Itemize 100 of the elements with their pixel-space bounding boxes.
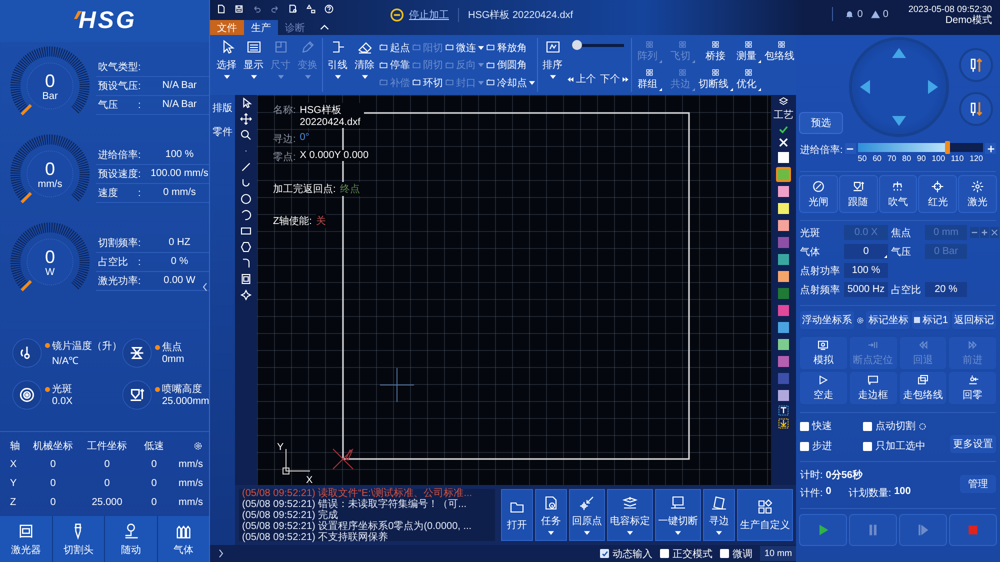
minus-icon[interactable] bbox=[970, 227, 979, 238]
checkbox[interactable] bbox=[600, 549, 610, 558]
gas-dropdown[interactable]: 0 bbox=[844, 244, 888, 259]
motion-button[interactable]: 模拟 bbox=[800, 337, 847, 369]
grid-size-field[interactable]: 10 mm bbox=[760, 546, 796, 561]
checkbox[interactable] bbox=[863, 422, 872, 430]
ribbon-tab[interactable]: 诊断 bbox=[278, 20, 312, 35]
function-button[interactable]: 光闸 bbox=[800, 176, 837, 212]
ribbon-button[interactable]: 测量 bbox=[733, 40, 764, 62]
increase-button[interactable] bbox=[985, 143, 996, 154]
checkbox[interactable] bbox=[720, 549, 730, 558]
shapes-icon[interactable] bbox=[306, 4, 316, 14]
side-tab[interactable]: 零件 bbox=[212, 125, 234, 139]
action-button[interactable]: 任务 bbox=[535, 489, 567, 541]
device-tab[interactable]: 随动 bbox=[105, 516, 156, 562]
bell-icon[interactable] bbox=[845, 10, 854, 18]
duty-field[interactable]: 20 % bbox=[925, 282, 967, 297]
ribbon-button[interactable]: 选择 bbox=[214, 38, 239, 92]
action-button[interactable]: 寻边 bbox=[703, 489, 735, 541]
plus-icon[interactable] bbox=[980, 227, 989, 238]
function-button[interactable]: 红光 bbox=[919, 176, 956, 212]
arrow-left-button[interactable] bbox=[860, 80, 870, 94]
function-button[interactable]: 激光 bbox=[959, 176, 996, 212]
function-button[interactable]: 跟随 bbox=[840, 176, 877, 212]
action-button[interactable]: 一键切断 bbox=[655, 489, 701, 541]
device-tab[interactable]: 气体 bbox=[158, 516, 209, 562]
preselect-button[interactable]: 预选 bbox=[800, 113, 842, 133]
arc-icon[interactable] bbox=[240, 209, 252, 221]
sparkle-icon[interactable] bbox=[240, 289, 252, 301]
action-button[interactable]: 回原点 bbox=[569, 489, 605, 541]
expand-icon[interactable] bbox=[218, 549, 224, 558]
motion-button[interactable]: 走边框 bbox=[850, 372, 896, 404]
corner-icon[interactable] bbox=[240, 257, 252, 269]
cursor-icon[interactable] bbox=[240, 97, 252, 109]
close-icon[interactable] bbox=[778, 137, 789, 148]
ribbon-button[interactable]: 微连 bbox=[445, 40, 484, 55]
action-button[interactable]: 电容标定 bbox=[607, 489, 653, 541]
hexagon-icon[interactable] bbox=[240, 241, 252, 253]
ribbon-button[interactable]: 显示 bbox=[241, 38, 266, 92]
side-tab[interactable]: 排版 bbox=[212, 101, 234, 115]
ribbon-button[interactable]: 释放角 bbox=[486, 40, 535, 55]
help-icon[interactable] bbox=[324, 4, 334, 14]
checkbox[interactable] bbox=[660, 549, 670, 558]
more-settings-button[interactable]: 更多设置 bbox=[950, 435, 996, 453]
document-gear-icon[interactable] bbox=[288, 4, 298, 14]
manage-button[interactable]: 管理 bbox=[960, 475, 996, 493]
checkbox[interactable] bbox=[863, 442, 872, 450]
motion-button[interactable]: 空走 bbox=[800, 372, 847, 404]
bring-to-top-icon[interactable] bbox=[778, 405, 789, 416]
action-button[interactable]: 打开 bbox=[501, 489, 533, 541]
save-icon[interactable] bbox=[234, 4, 244, 14]
action-button[interactable]: 生产自定义 bbox=[737, 489, 793, 541]
mark-coordinate-button[interactable]: 标记坐标 bbox=[866, 311, 910, 329]
head-down-button[interactable] bbox=[961, 94, 991, 124]
ribbon-button[interactable]: 引线 bbox=[325, 38, 350, 92]
power-field[interactable]: 100 % bbox=[844, 263, 888, 278]
ribbon-button[interactable]: 排序 bbox=[540, 38, 565, 92]
collapse-icon[interactable] bbox=[202, 282, 208, 292]
rectangle-icon[interactable] bbox=[240, 225, 252, 237]
frame-icon[interactable] bbox=[240, 273, 252, 285]
ribbon-tab[interactable]: 文件 bbox=[210, 20, 244, 35]
ribbon-button[interactable]: 优化 bbox=[733, 68, 764, 90]
frequency-field[interactable]: 5000 Hz bbox=[844, 282, 888, 297]
ribbon-button[interactable]: 清除 bbox=[352, 38, 377, 92]
checkbox[interactable] bbox=[800, 442, 809, 450]
ribbon-button[interactable]: 停靠 bbox=[379, 58, 410, 72]
settings-icon[interactable] bbox=[193, 440, 203, 450]
search-icon[interactable] bbox=[240, 129, 252, 141]
settings-icon[interactable] bbox=[918, 422, 928, 430]
arc-icon[interactable] bbox=[240, 177, 252, 189]
line-icon[interactable] bbox=[240, 161, 252, 173]
return-mark-button[interactable]: 返回标记 bbox=[952, 311, 996, 329]
motion-button[interactable]: 走包络线 bbox=[900, 372, 946, 404]
ribbon-tab[interactable]: 生产 bbox=[244, 20, 278, 35]
stop-processing-link[interactable]: 停止加工 bbox=[409, 8, 449, 22]
device-tab[interactable]: 激光器 bbox=[0, 516, 52, 562]
check-icon[interactable] bbox=[778, 124, 789, 135]
floating-coordinate-button[interactable]: 浮动坐标系 bbox=[800, 311, 854, 329]
next-button[interactable]: 下个 bbox=[600, 72, 629, 86]
previous-button[interactable]: 上个 bbox=[567, 72, 596, 86]
send-to-bottom-icon[interactable] bbox=[778, 418, 789, 429]
decrease-button[interactable] bbox=[844, 143, 856, 154]
function-button[interactable]: 吹气 bbox=[880, 176, 916, 212]
redo-icon[interactable] bbox=[270, 4, 280, 14]
undo-icon[interactable] bbox=[252, 4, 262, 14]
head-up-button[interactable] bbox=[961, 50, 991, 80]
chevron-up-icon[interactable] bbox=[320, 24, 329, 30]
document-icon[interactable] bbox=[216, 4, 226, 14]
motion-button[interactable]: 回零 bbox=[949, 372, 996, 404]
warning-icon[interactable] bbox=[870, 10, 880, 18]
move-icon[interactable] bbox=[240, 113, 252, 125]
ribbon-button[interactable]: 起点 bbox=[379, 40, 410, 55]
arrow-right-button[interactable] bbox=[928, 80, 938, 94]
layers-icon[interactable] bbox=[779, 97, 788, 106]
ribbon-button[interactable]: 切断线 bbox=[700, 68, 731, 90]
ribbon-button[interactable]: 桥接 bbox=[700, 40, 731, 62]
play-button[interactable] bbox=[800, 515, 846, 545]
checkbox[interactable] bbox=[800, 422, 809, 430]
device-tab[interactable]: 切割头 bbox=[52, 516, 104, 562]
drawing-canvas[interactable]: Y X 名称: HSG样板 20220424.dxf 寻边: 0° 零点: X 0.000Y 0.000 加工完返回点: 终点 Z轴使能: 关 bbox=[257, 95, 771, 485]
